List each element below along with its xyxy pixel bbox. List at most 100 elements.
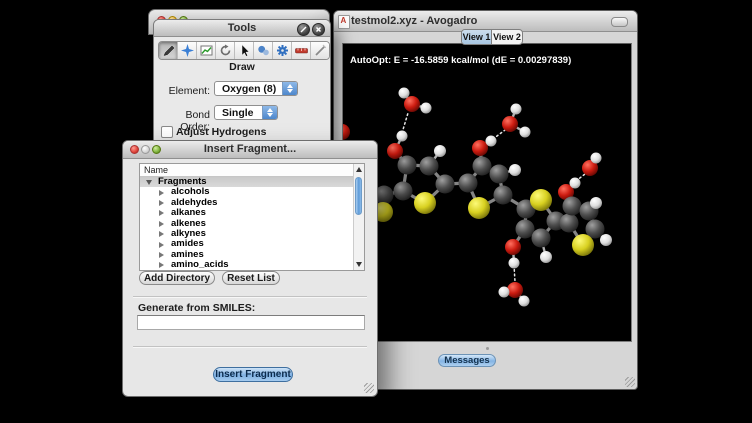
draw-tool-button[interactable] [159,42,178,59]
disclosure-closed-icon[interactable] [159,200,164,206]
tools-title-bar[interactable]: Tools [154,20,330,37]
atom-C[interactable] [394,182,413,201]
align-tool-button[interactable] [311,42,329,59]
atom-H[interactable] [600,234,612,246]
document-icon-letter: A [341,16,347,25]
pencil-icon [162,44,175,57]
chart-icon [200,44,213,57]
spheres-icon [257,44,270,57]
atom-C[interactable] [473,157,492,176]
messages-button[interactable]: Messages [438,354,496,367]
float-window-button[interactable] [297,23,310,36]
document-proxy-icon[interactable]: A [338,15,350,29]
tool-selector [158,41,330,60]
disclosure-closed-icon[interactable] [159,190,164,196]
atom-H[interactable] [540,251,552,263]
atom-C[interactable] [532,229,551,248]
atom-C[interactable] [516,220,535,239]
atom-C[interactable] [490,165,509,184]
atom-S[interactable] [530,189,552,211]
atom-C[interactable] [436,175,455,194]
element-dropdown[interactable]: Oxygen (8) [214,81,298,96]
atom-H[interactable] [511,104,522,115]
atom-S[interactable] [572,234,594,256]
atom-H[interactable] [486,136,497,147]
bond-order-dropdown[interactable]: Single [214,105,278,120]
close-icon[interactable] [312,23,325,36]
selection-tool-button[interactable] [235,42,254,59]
list-item-label: alcohols [140,186,210,197]
atom-O[interactable] [387,143,403,159]
atom-C[interactable] [560,214,579,233]
atom-C[interactable] [398,156,417,175]
atom-H[interactable] [434,145,446,157]
toolbar-toggle-button[interactable] [611,17,628,27]
atom-H[interactable] [519,296,530,307]
add-directory-button[interactable]: Add Directory [139,271,215,285]
scroll-down-icon[interactable] [356,262,362,267]
disclosure-closed-icon[interactable] [159,231,164,237]
adjust-hydrogens-checkbox[interactable] [161,126,173,138]
fragment-tree[interactable]: Name Fragmentsalcoholsaldehydesalkanesal… [139,163,365,271]
atom-H[interactable] [570,178,581,189]
scroll-up-icon[interactable] [356,167,362,172]
list-item-label: aldehydes [140,197,217,208]
list-item[interactable]: alkanes [140,208,364,218]
tab-view-1[interactable]: View 1 [462,30,492,44]
atom-O[interactable] [505,239,521,255]
atom-H[interactable] [509,258,520,269]
navigate-tool-button[interactable] [178,42,197,59]
atom-H[interactable] [399,88,410,99]
atom-S[interactable] [468,197,490,219]
atom-H[interactable] [591,153,602,164]
atom-C[interactable] [459,174,478,193]
disclosure-closed-icon[interactable] [159,221,164,227]
measure-tool-button[interactable] [292,42,311,59]
disclosure-closed-icon[interactable] [159,262,164,268]
manipulate-tool-button[interactable] [254,42,273,59]
disclosure-closed-icon[interactable] [159,252,164,258]
atom-H[interactable] [499,287,510,298]
atom-C[interactable] [563,197,582,216]
splitter-handle[interactable] [486,347,489,350]
scrollbar-thumb[interactable] [355,177,362,215]
list-item-label: amines [140,249,204,260]
close-button[interactable] [130,145,139,154]
auto-rotate-tool-button[interactable] [216,42,235,59]
reset-list-button[interactable]: Reset List [222,271,280,285]
atom-O[interactable] [404,96,420,112]
molecule-viewport[interactable]: AutoOpt: E = -16.5859 kcal/mol (dE = 0.0… [342,43,632,342]
resize-grip[interactable] [625,377,635,387]
smiles-input[interactable] [137,315,365,330]
auto-optimize-tool-button[interactable] [273,42,292,59]
disclosure-closed-icon[interactable] [159,210,164,216]
list-item[interactable]: amino_acids [140,260,364,270]
insert-fragment-button[interactable]: Insert Fragment [213,367,293,382]
atom-H[interactable] [520,127,531,138]
atom-O[interactable] [343,124,350,140]
atom-C[interactable] [494,186,513,205]
minimize-button[interactable] [141,145,150,154]
tab-view-2[interactable]: View 2 [492,30,522,44]
atom-S[interactable] [414,192,436,214]
list-item-label: alkynes [140,228,206,239]
atom-O[interactable] [472,140,488,156]
scrollbar[interactable] [353,164,364,270]
atom-C[interactable] [420,157,439,176]
atom-O[interactable] [502,116,518,132]
resize-grip[interactable] [364,383,374,393]
disclosure-open-icon[interactable] [146,180,152,185]
zoom-button[interactable] [152,145,161,154]
window-title: testmol2.xyz - Avogadro [334,11,637,31]
atom-O[interactable] [507,282,523,298]
bond-order-value: Single [222,107,254,119]
atom-H[interactable] [421,103,432,114]
dialog-title-bar[interactable]: Insert Fragment... [123,141,377,159]
dropdown-stepper-icon [282,82,297,95]
atom-H[interactable] [590,197,602,209]
bond-centric-tool-button[interactable] [197,42,216,59]
atom-H[interactable] [509,164,521,176]
disclosure-closed-icon[interactable] [159,242,164,248]
list-item-label: amides [140,238,204,249]
atom-H[interactable] [397,131,408,142]
